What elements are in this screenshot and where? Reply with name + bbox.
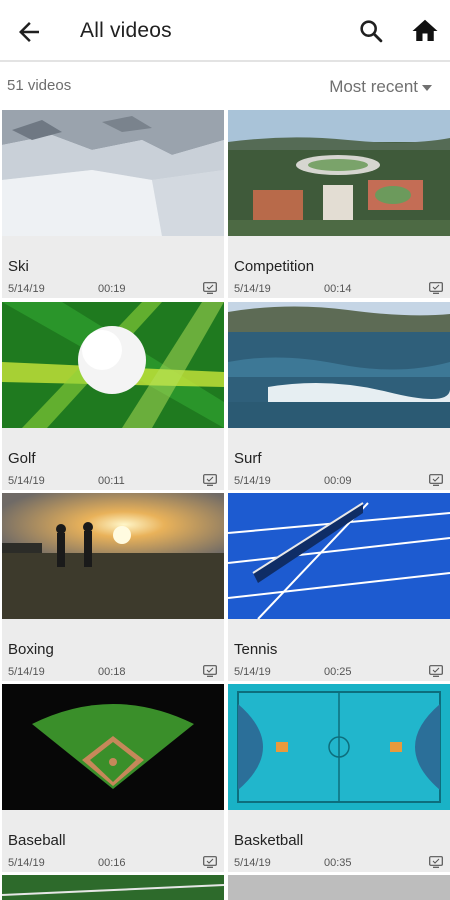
tv-icon (203, 474, 217, 486)
tv-icon (429, 856, 443, 868)
video-duration: 00:35 (324, 857, 352, 869)
video-card[interactable]: Competition 5/14/19 00:14 (228, 110, 450, 298)
video-date: 5/14/19 (234, 857, 271, 869)
video-title: Surf (234, 450, 262, 467)
tv-icon (203, 282, 217, 294)
video-thumbnail[interactable] (2, 493, 224, 619)
video-date: 5/14/19 (8, 857, 45, 869)
video-title: Boxing (8, 641, 54, 658)
search-icon[interactable] (357, 17, 385, 45)
video-thumbnail[interactable] (2, 684, 224, 810)
video-card-partial[interactable] (228, 875, 450, 900)
video-card[interactable]: Ski 5/14/19 00:19 (2, 110, 224, 298)
video-thumbnail[interactable] (228, 110, 450, 236)
video-thumbnail[interactable] (2, 110, 224, 236)
video-duration: 00:09 (324, 475, 352, 487)
tv-icon (429, 474, 443, 486)
video-card[interactable]: Tennis 5/14/19 00:25 (228, 493, 450, 681)
tv-icon (203, 856, 217, 868)
video-card[interactable]: Basketball 5/14/19 00:35 (228, 684, 450, 872)
video-duration: 00:19 (98, 283, 126, 295)
video-date: 5/14/19 (8, 475, 45, 487)
video-duration: 00:25 (324, 666, 352, 678)
video-title: Baseball (8, 832, 66, 849)
summary-bar: 51 videos Most recent (0, 64, 450, 108)
video-date: 5/14/19 (234, 475, 271, 487)
video-duration: 00:11 (98, 475, 125, 487)
video-title: Competition (234, 258, 315, 275)
video-duration: 00:14 (324, 283, 352, 295)
home-icon[interactable] (410, 16, 440, 46)
video-thumbnail[interactable] (228, 493, 450, 619)
video-card[interactable]: Boxing 5/14/19 00:18 (2, 493, 224, 681)
tv-icon (429, 282, 443, 294)
video-card-partial[interactable] (2, 875, 224, 900)
video-title: Tennis (234, 641, 278, 658)
video-thumbnail[interactable] (2, 302, 224, 428)
page-title: All videos (80, 19, 172, 42)
video-date: 5/14/19 (234, 283, 271, 295)
video-count: 51 videos (7, 77, 72, 94)
video-date: 5/14/19 (8, 666, 45, 678)
video-thumbnail[interactable] (228, 684, 450, 810)
video-title: Golf (8, 450, 36, 467)
dropdown-caret-icon (422, 85, 432, 91)
video-card[interactable]: Golf 5/14/19 00:11 (2, 302, 224, 490)
video-title: Ski (8, 258, 29, 275)
sort-label: Most recent (329, 77, 418, 96)
video-card[interactable]: Baseball 5/14/19 00:16 (2, 684, 224, 872)
tv-icon (203, 665, 217, 677)
video-date: 5/14/19 (234, 666, 271, 678)
arrow-back-icon[interactable] (14, 17, 44, 47)
video-thumbnail[interactable] (228, 302, 450, 428)
video-card[interactable]: Surf 5/14/19 00:09 (228, 302, 450, 490)
tv-icon (429, 665, 443, 677)
video-duration: 00:16 (98, 857, 126, 869)
app-bar: All videos (0, 0, 450, 62)
sort-dropdown[interactable]: Most recent (329, 77, 432, 97)
video-date: 5/14/19 (8, 283, 45, 295)
video-title: Basketball (234, 832, 304, 849)
video-duration: 00:18 (98, 666, 126, 678)
